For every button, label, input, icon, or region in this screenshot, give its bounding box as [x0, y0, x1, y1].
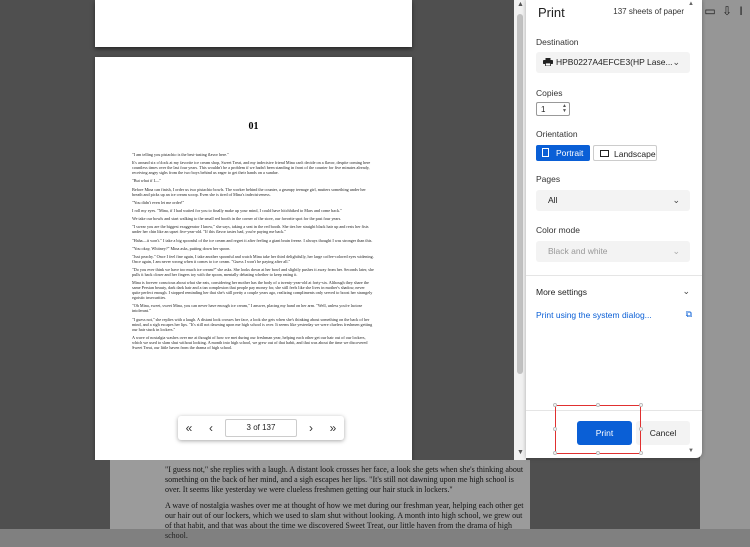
highlight-handle	[639, 451, 643, 455]
last-page-icon[interactable]: »	[322, 416, 344, 440]
more-settings-toggle[interactable]: More settings	[536, 287, 587, 297]
highlight-handle	[596, 451, 600, 455]
color-mode-label: Color mode	[536, 225, 580, 235]
page-paragraph: "Haha—it won't." I take a big spoonful o…	[132, 237, 373, 243]
landscape-button[interactable]: Landscape	[593, 145, 657, 161]
highlight-handle	[639, 427, 643, 431]
color-mode-select[interactable]: Black and white ⌄	[536, 241, 690, 262]
scroll-down-icon[interactable]: ▼	[517, 449, 524, 456]
pages-label: Pages	[536, 174, 561, 184]
page-paragraph: "I am telling you pistachio is the best-…	[132, 152, 229, 157]
first-page-icon[interactable]: «	[178, 416, 200, 440]
preview-scrollbar[interactable]: ▲ ▼	[514, 0, 526, 460]
landscape-icon	[600, 150, 609, 157]
highlight-handle	[553, 427, 557, 431]
chapter-title: 01	[248, 121, 259, 132]
highlight-handle	[553, 403, 557, 407]
prev-page-icon[interactable]: ‹	[200, 416, 222, 440]
sheet-count: 137 sheets of paper	[613, 7, 684, 16]
highlight-handle	[596, 403, 600, 407]
print-preview[interactable]: 01 "I am telling you pistachio is the be…	[0, 0, 514, 460]
copies-stepper-icon[interactable]: ▲ ▼	[562, 104, 567, 114]
page-paragraph: I roll my eyes. "Mina, if I had waited f…	[132, 207, 342, 213]
scroll-down-icon[interactable]: ▼	[688, 448, 694, 454]
copies-value: 1	[541, 105, 546, 114]
preview-page-current: 01 "I am telling you pistachio is the be…	[95, 57, 412, 460]
selection-highlight	[555, 405, 641, 454]
page-paragraph: A wave of nostalgia washes over me at th…	[132, 334, 368, 350]
print-settings-panel: Print 137 sheets of paper Destination HP…	[526, 0, 702, 458]
pages-select[interactable]: All ⌄	[536, 190, 690, 211]
next-page-icon[interactable]: ›	[300, 416, 322, 440]
page-paragraph: "Oh Mina, sweet, sweet Mina, you can nev…	[132, 303, 363, 314]
page-paragraph: "I guess not," she replies with a laugh.…	[132, 316, 373, 332]
page-body: "I am telling you pistachio is the best-…	[132, 152, 374, 353]
pages-value: All	[548, 195, 558, 205]
page-indicator[interactable]: 3 of 137	[225, 419, 297, 437]
page-navigation: « ‹ 3 of 137 › »	[178, 416, 344, 440]
page-paragraph: "I swear you are the biggest exaggerator…	[132, 224, 369, 235]
system-dialog-link[interactable]: Print using the system dialog...	[536, 310, 652, 320]
divider	[526, 275, 702, 276]
page-paragraph: "Just peachy." Once I feel fine again, I…	[132, 253, 374, 264]
preview-scrollbar-thumb[interactable]	[517, 14, 523, 374]
copies-label: Copies	[536, 88, 563, 98]
chevron-down-icon: ⌄	[672, 195, 680, 205]
page-paragraph: "But what if I—"	[132, 178, 161, 184]
preview-page-previous	[95, 0, 412, 47]
page-paragraph: "You okay, Whitney?" Mina asks, putting …	[132, 245, 231, 251]
chevron-down-icon: ⌄	[672, 57, 680, 67]
destination-value: HPB0227A4EFCE3(HP Lase...	[556, 57, 673, 67]
orientation-label: Orientation	[536, 129, 578, 139]
highlight-handle	[639, 403, 643, 407]
panel-scrollbar[interactable]: ▲ ▼	[688, 0, 696, 456]
cancel-button[interactable]: Cancel	[636, 421, 690, 445]
portrait-button[interactable]: Portrait	[536, 145, 590, 161]
chevron-down-icon: ⌄	[672, 246, 680, 256]
portrait-label: Portrait	[556, 148, 584, 158]
destination-label: Destination	[536, 37, 579, 47]
page-paragraph: "You didn't even let me order!"	[132, 199, 185, 205]
landscape-label: Landscape	[614, 149, 656, 159]
page-paragraph: We take our bowls and start walking to t…	[132, 216, 342, 222]
portrait-icon	[542, 148, 549, 157]
page-paragraph: Before Mina can finish, I order us two p…	[132, 186, 366, 197]
printer-icon	[543, 58, 553, 66]
copies-input[interactable]: 1 ▲ ▼	[536, 102, 570, 116]
scroll-up-icon[interactable]: ▲	[517, 1, 524, 8]
highlight-handle	[553, 451, 557, 455]
destination-select[interactable]: HPB0227A4EFCE3(HP Lase... ⌄	[536, 52, 690, 73]
scroll-up-icon[interactable]: ▲	[688, 1, 694, 7]
page-paragraph: It's around six o'clock at my favorite i…	[132, 160, 371, 176]
page-paragraph: Mina is forever conscious about what she…	[132, 280, 373, 301]
print-dialog-title: Print	[538, 5, 565, 20]
page-paragraph: "Do you ever think we have too much ice …	[132, 267, 374, 278]
color-mode-value: Black and white	[548, 246, 608, 256]
